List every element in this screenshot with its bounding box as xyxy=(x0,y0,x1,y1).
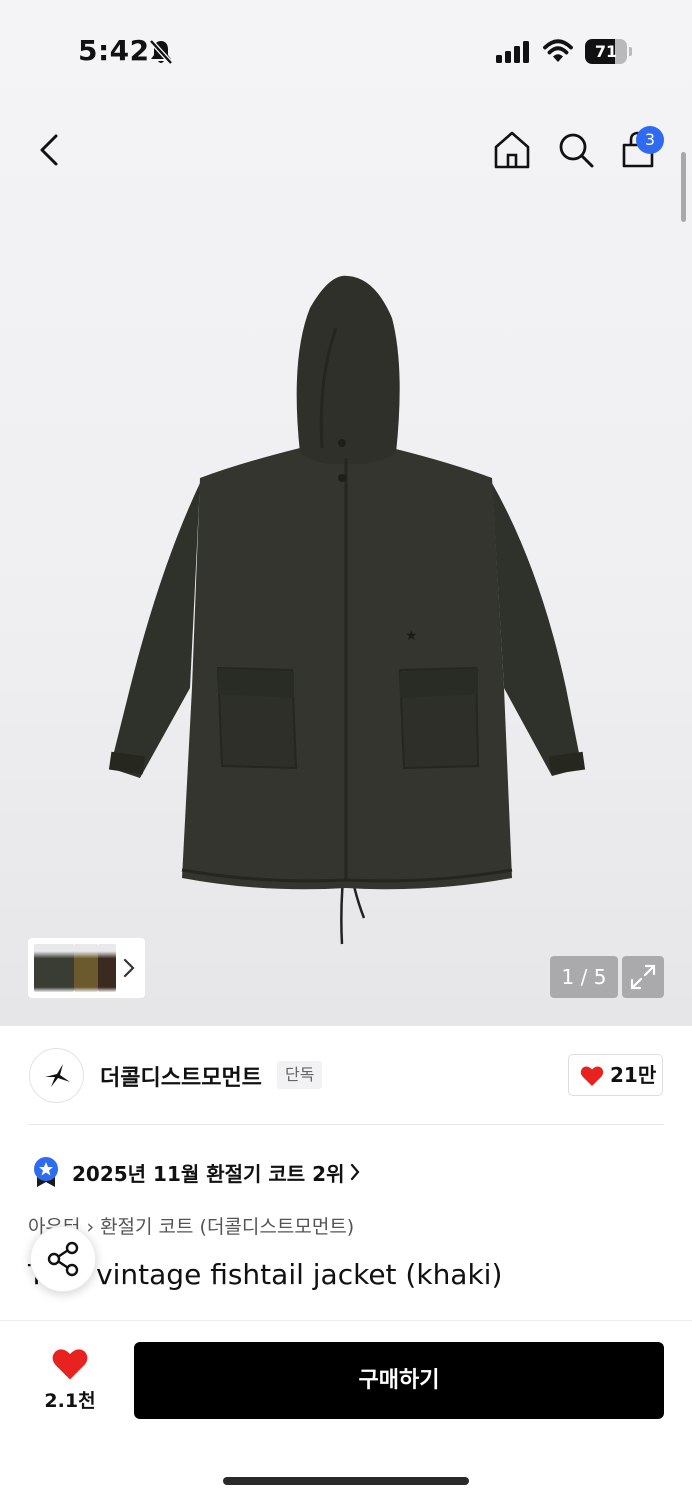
image-pager: 1 / 5 xyxy=(550,956,618,998)
back-icon[interactable] xyxy=(30,128,70,172)
status-bar: 5:42 71 xyxy=(0,0,692,100)
share-icon xyxy=(47,1241,79,1277)
ranking-text: 2025년 11월 환절기 코트 2위 xyxy=(72,1162,345,1186)
bell-slash-icon xyxy=(149,39,173,65)
chevron-right-icon[interactable] xyxy=(122,956,136,980)
share-button[interactable] xyxy=(30,1226,96,1292)
product-image[interactable]: ★ xyxy=(100,268,592,958)
breadcrumb-subcategory[interactable]: 환절기 코트 (더콜디스트모먼트) xyxy=(100,1216,354,1238)
thumbnail-image[interactable] xyxy=(98,944,116,992)
battery-indicator: 71 xyxy=(585,39,632,64)
divider xyxy=(28,1124,664,1125)
chevron-right-icon xyxy=(350,1163,360,1181)
svg-text:★: ★ xyxy=(405,628,418,644)
product-hero: 5:42 71 3 ★ 1 / 5 xyxy=(0,0,692,1026)
wishlist-count: 2.1천 xyxy=(44,1390,96,1412)
cellular-signal-icon xyxy=(496,41,529,63)
brand-logo[interactable] xyxy=(29,1048,84,1103)
buy-button[interactable]: 구매하기 xyxy=(134,1342,664,1419)
scroll-indicator xyxy=(681,152,686,222)
search-icon[interactable] xyxy=(556,128,596,172)
ranking-medal-icon xyxy=(34,1157,58,1187)
wishlist-button[interactable]: 2.1천 xyxy=(40,1344,100,1414)
brand-like-button[interactable]: 21만 xyxy=(568,1054,663,1096)
brand-star-icon xyxy=(45,1064,70,1087)
product-title: TCM vintage fishtail jacket (khaki) xyxy=(28,1258,503,1291)
heart-icon xyxy=(52,1349,88,1380)
status-time: 5:42 xyxy=(78,34,150,67)
home-icon[interactable] xyxy=(492,128,532,172)
brand-name[interactable]: 더콜디스트모먼트 xyxy=(100,1060,262,1092)
ranking-link[interactable]: 2025년 11월 환절기 코트 2위 xyxy=(32,1154,432,1190)
thumbnail-image[interactable] xyxy=(74,944,98,992)
home-indicator xyxy=(223,1477,469,1485)
cart-count-badge: 3 xyxy=(636,126,664,154)
exclusive-badge: 단독 xyxy=(277,1061,323,1089)
heart-icon xyxy=(580,1066,604,1086)
expand-icon[interactable] xyxy=(622,956,664,998)
thumbnail-image[interactable] xyxy=(34,944,74,992)
battery-level: 71 xyxy=(594,42,618,61)
brand-like-count: 21만 xyxy=(610,1063,657,1087)
wifi-icon xyxy=(543,39,573,62)
